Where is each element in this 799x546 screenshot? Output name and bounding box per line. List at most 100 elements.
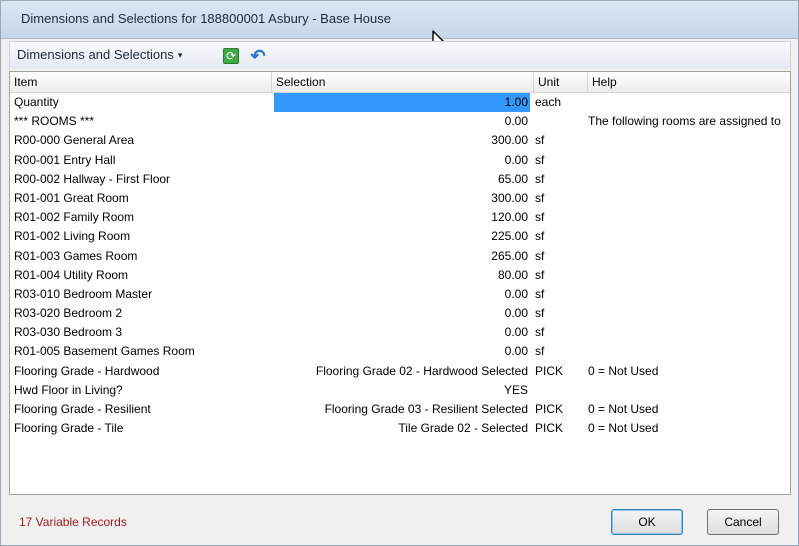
help-cell: [588, 131, 790, 150]
unit-cell: sf: [535, 171, 545, 186]
item-cell: R03-010 Bedroom Master: [14, 286, 153, 301]
help-cell: [588, 208, 790, 227]
item-cell: R00-001 Entry Hall: [14, 152, 116, 167]
unit-cell: sf: [535, 229, 545, 244]
table-row[interactable]: R03-030 Bedroom 3 0.00 sf: [10, 323, 790, 342]
table-row[interactable]: R03-020 Bedroom 2 0.00 sf: [10, 304, 790, 323]
table-row[interactable]: R00-000 General Area 300.00 sf: [10, 131, 790, 150]
cancel-button[interactable]: Cancel: [707, 509, 779, 535]
dimensions-selections-menu[interactable]: Dimensions and Selections ▾: [17, 47, 182, 62]
selection-cell[interactable]: Tile Grade 02 - Selected: [274, 419, 530, 438]
item-cell: R00-002 Hallway - First Floor: [14, 171, 171, 186]
grid-rows: Quantity 1.00 each *** ROOMS *** 0.00 The fol…: [10, 93, 790, 438]
item-cell: Flooring Grade - Hardwood: [14, 363, 160, 378]
refresh-icon[interactable]: ⟳: [223, 48, 239, 64]
help-cell: [588, 381, 790, 400]
item-cell: R01-001 Great Room: [14, 190, 129, 205]
title-bar[interactable]: Dimensions and Selections for 188800001 …: [1, 1, 798, 39]
table-row[interactable]: Hwd Floor in Living? YES: [10, 381, 790, 400]
dialog-window: Dimensions and Selections for 188800001 …: [0, 0, 799, 546]
selection-cell[interactable]: 0.00: [274, 323, 530, 342]
toolbar: Dimensions and Selections ▾ ⟳ ↶: [9, 41, 791, 69]
chevron-down-icon: ▾: [177, 50, 183, 60]
column-header-help[interactable]: Help: [588, 72, 790, 93]
unit-cell: [535, 381, 585, 400]
selection-cell[interactable]: 225.00: [274, 227, 530, 246]
help-cell: [588, 266, 790, 285]
selection-cell[interactable]: 65.00: [274, 170, 530, 189]
selection-cell[interactable]: 0.00: [274, 151, 530, 170]
unit-cell: sf: [535, 248, 545, 263]
record-count: 17 Variable Records: [19, 515, 127, 529]
table-row[interactable]: Flooring Grade - Resilient Flooring Grade…: [10, 400, 790, 419]
selection-cell[interactable]: Flooring Grade 03 - Resilient Selected: [274, 400, 530, 419]
selection-cell[interactable]: 0.00: [274, 342, 530, 361]
dimensions-grid: Item Selection Unit Help Quantity 1.00 eac…: [9, 71, 791, 495]
help-cell: [588, 304, 790, 323]
unit-cell: sf: [535, 210, 545, 225]
window-title: Dimensions and Selections for 188800001 …: [21, 11, 391, 26]
help-cell: [588, 227, 790, 246]
table-row[interactable]: R03-010 Bedroom Master 0.00 sf: [10, 285, 790, 304]
selection-cell[interactable]: 300.00: [274, 189, 530, 208]
item-cell: R01-005 Basement Games Room: [14, 344, 195, 359]
item-cell: Flooring Grade - Resilient: [14, 402, 151, 416]
selection-cell[interactable]: 0.00: [274, 112, 530, 131]
undo-icon[interactable]: ↶: [248, 46, 268, 66]
unit-cell: sf: [535, 306, 545, 321]
unit-cell: PICK: [535, 402, 564, 416]
table-row[interactable]: R01-005 Basement Games Room 0.00 sf: [10, 342, 790, 361]
unit-cell: sf: [535, 190, 545, 205]
item-cell: R03-020 Bedroom 2: [14, 306, 123, 321]
unit-cell: sf: [535, 344, 545, 359]
item-cell: *** ROOMS ***: [14, 114, 95, 129]
help-cell: 0 = Not Used: [588, 421, 659, 436]
column-header-selection[interactable]: Selection: [272, 72, 534, 93]
help-cell: [588, 151, 790, 170]
selection-cell[interactable]: 80.00: [274, 266, 530, 285]
help-cell: The following rooms are assigned to: [588, 114, 781, 129]
table-row[interactable]: R00-002 Hallway - First Floor 65.00 sf: [10, 170, 790, 189]
table-row[interactable]: Flooring Grade - Tile Tile Grade 02 - Sel…: [10, 419, 790, 438]
ok-button[interactable]: OK: [611, 509, 683, 535]
help-cell: [588, 170, 790, 189]
menu-label: Dimensions and Selections: [17, 47, 174, 62]
table-row[interactable]: R00-001 Entry Hall 0.00 sf: [10, 151, 790, 170]
unit-cell: [535, 112, 585, 131]
selection-cell[interactable]: 265.00: [274, 247, 530, 266]
item-cell: R01-004 Utility Room: [14, 267, 129, 282]
table-row[interactable]: R01-004 Utility Room 80.00 sf: [10, 266, 790, 285]
table-row[interactable]: R01-002 Family Room 120.00 sf: [10, 208, 790, 227]
help-cell: [588, 285, 790, 304]
selection-cell[interactable]: 0.00: [274, 285, 530, 304]
selection-cell[interactable]: 0.00: [274, 304, 530, 323]
table-row[interactable]: Flooring Grade - Hardwood Flooring Grade …: [10, 362, 790, 381]
selection-cell[interactable]: 300.00: [274, 131, 530, 150]
selection-cell[interactable]: 1.00: [274, 93, 530, 112]
table-row[interactable]: R01-003 Games Room 265.00 sf: [10, 247, 790, 266]
help-cell: [588, 323, 790, 342]
help-cell: [588, 93, 790, 112]
item-cell: R00-000 General Area: [14, 133, 135, 148]
help-cell: [588, 247, 790, 266]
help-cell: [588, 342, 790, 361]
item-cell: Hwd Floor in Living?: [14, 382, 123, 397]
selection-cell[interactable]: 120.00: [274, 208, 530, 227]
selection-cell[interactable]: Flooring Grade 02 - Hardwood Selected: [274, 362, 530, 381]
column-header-item[interactable]: Item: [10, 72, 272, 93]
item-cell: R01-002 Family Room: [14, 210, 135, 225]
table-row[interactable]: Quantity 1.00 each: [10, 93, 790, 112]
unit-cell: sf: [535, 152, 545, 167]
footer: 17 Variable Records OK Cancel: [1, 497, 798, 545]
table-row[interactable]: *** ROOMS *** 0.00 The following rooms are…: [10, 112, 790, 131]
column-header-unit[interactable]: Unit: [534, 72, 588, 93]
help-cell: 0 = Not Used: [588, 363, 659, 378]
unit-cell: PICK: [535, 363, 564, 378]
selection-cell[interactable]: YES: [274, 381, 530, 400]
unit-cell: PICK: [535, 421, 564, 436]
table-row[interactable]: R01-002 Living Room 225.00 sf: [10, 227, 790, 246]
table-row[interactable]: R01-001 Great Room 300.00 sf: [10, 189, 790, 208]
item-cell: R01-003 Games Room: [14, 248, 138, 263]
item-cell: Flooring Grade - Tile: [14, 421, 124, 436]
grid-header: Item Selection Unit Help: [10, 72, 790, 93]
